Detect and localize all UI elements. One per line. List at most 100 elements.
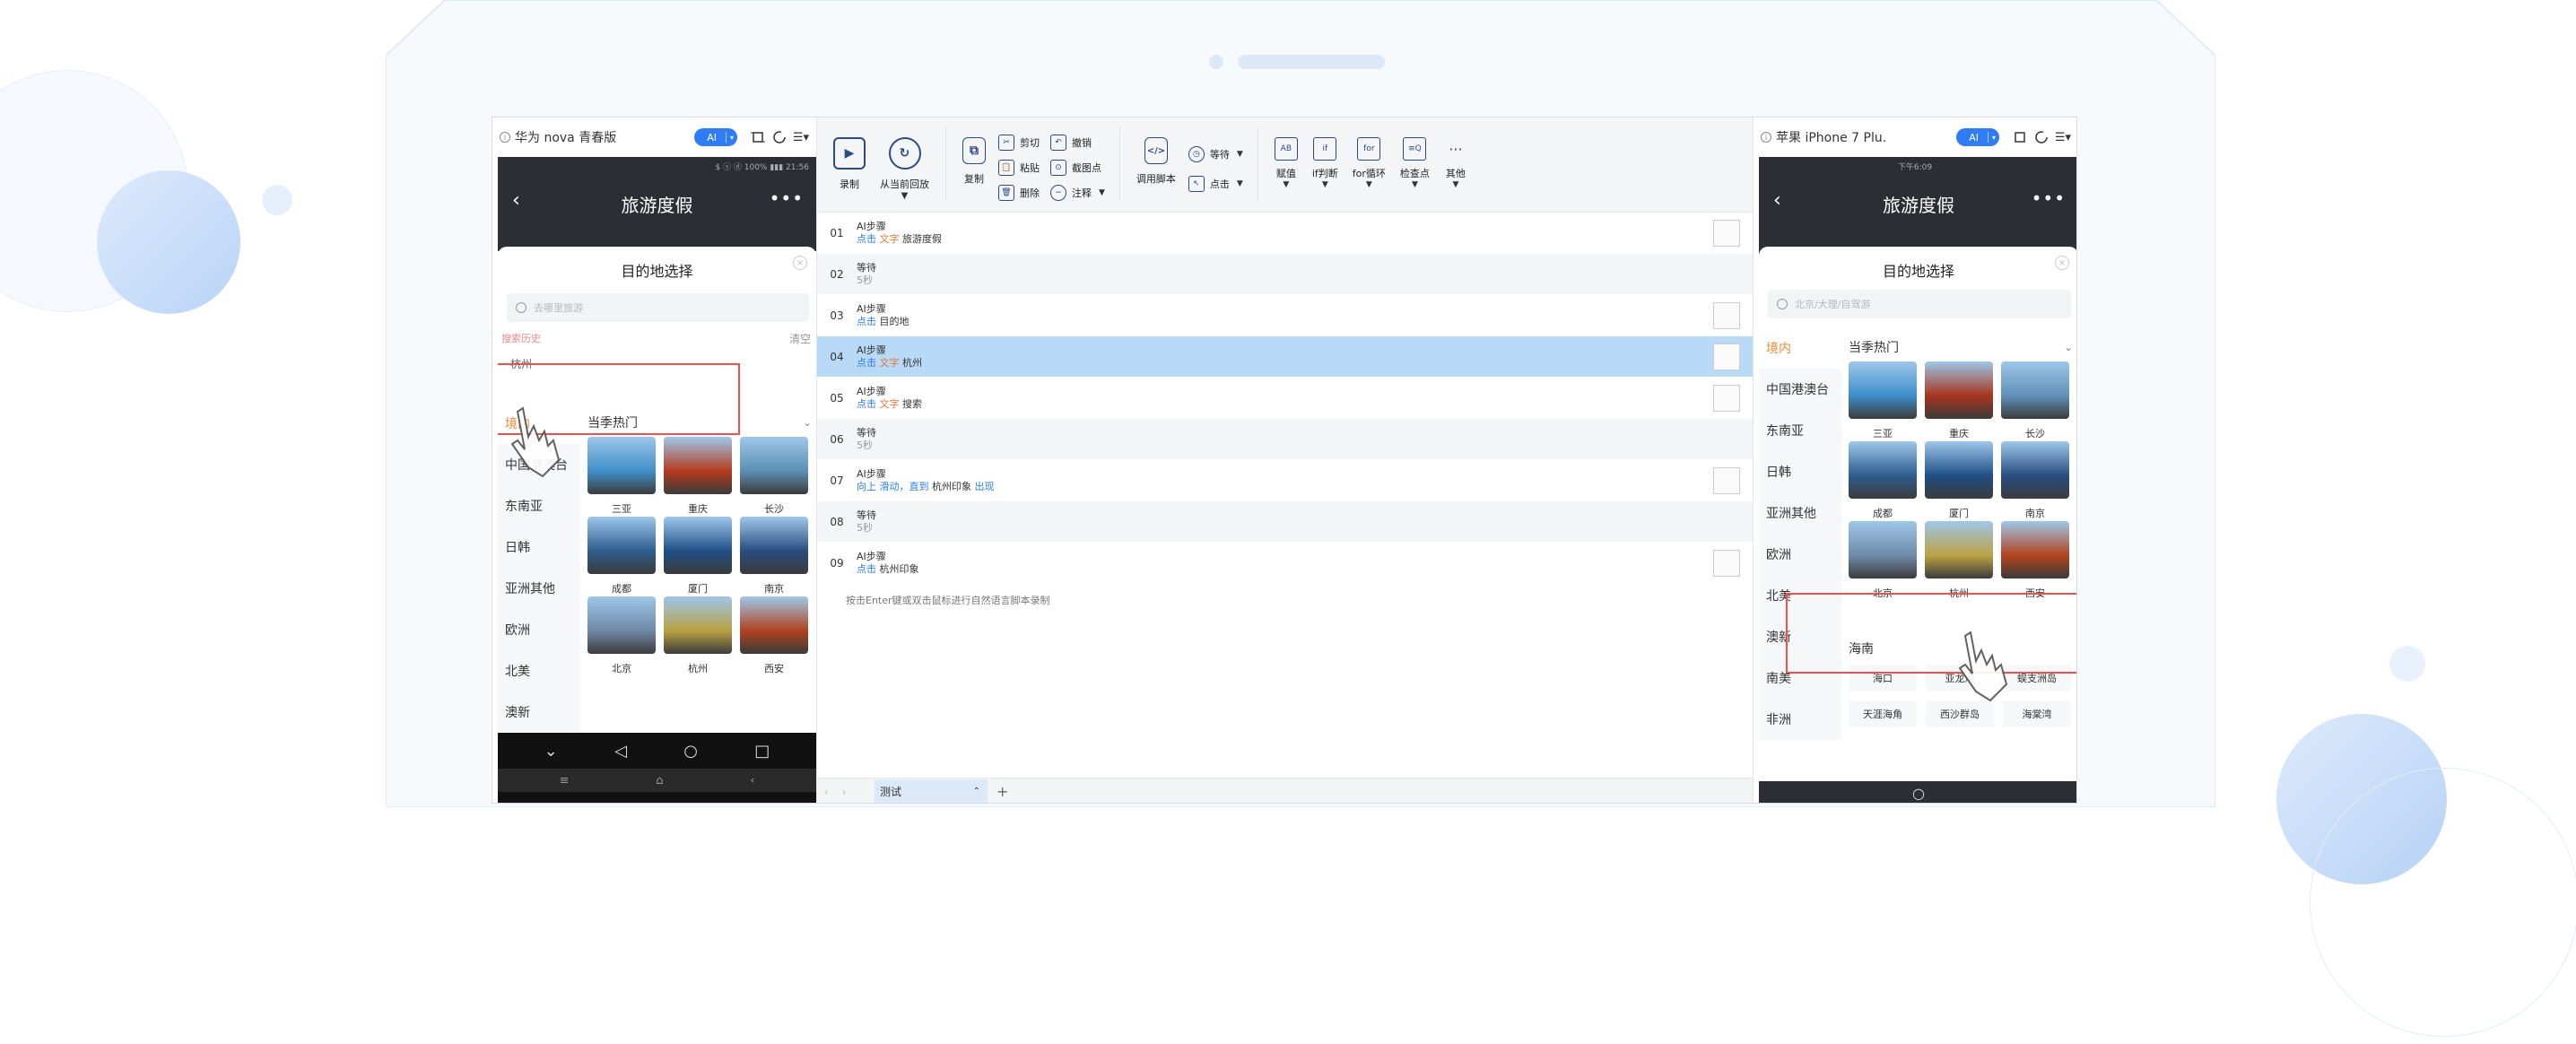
- step-screenshot-thumbnail[interactable]: [1713, 385, 1740, 412]
- destination-card[interactable]: 长沙: [2001, 361, 2069, 441]
- for-loop-button[interactable]: for for循环 ▼: [1353, 126, 1386, 189]
- step-screenshot-thumbnail[interactable]: [1713, 220, 1740, 247]
- close-icon[interactable]: ×: [2055, 256, 2069, 270]
- chevron-down-icon[interactable]: ▼: [1237, 150, 1243, 159]
- category-item[interactable]: 亚洲其他: [1759, 492, 1841, 534]
- step-row[interactable]: 05 AI步骤 点击 文字 搜索: [817, 378, 1753, 419]
- chevron-down-icon[interactable]: ▼: [1322, 180, 1328, 189]
- chevron-down-icon[interactable]: ▼: [1366, 180, 1372, 189]
- info-icon[interactable]: i: [1761, 132, 1771, 143]
- step-row[interactable]: 01 AI步骤 点击 文字 旅游度假: [817, 213, 1753, 254]
- search-input[interactable]: 去哪里旅游: [507, 293, 809, 322]
- chevron-down-icon[interactable]: ▼: [1283, 180, 1289, 189]
- more-icon[interactable]: •••: [2032, 187, 2066, 209]
- add-tab-button[interactable]: +: [996, 783, 1008, 800]
- destination-card[interactable]: 南京: [740, 517, 808, 596]
- ai-toggle[interactable]: AI ▾: [1956, 128, 1999, 146]
- back-triangle-icon[interactable]: ◁: [614, 742, 627, 761]
- screenshot-point-button[interactable]: ⊙ 截图点: [1050, 155, 1105, 180]
- delete-button[interactable]: 🗑 删除: [998, 180, 1040, 205]
- step-row[interactable]: 09 AI步骤 点击 杭州印象: [817, 543, 1753, 584]
- destination-card[interactable]: 成都: [587, 517, 656, 596]
- replay-from-current-button[interactable]: ↻ 从当前回放 ▼: [880, 126, 929, 201]
- chevron-down-icon[interactable]: ▼: [1452, 180, 1458, 189]
- destination-card[interactable]: 三亚: [587, 437, 656, 517]
- destination-card[interactable]: 西安: [2001, 521, 2069, 601]
- destination-card[interactable]: 南京: [2001, 441, 2069, 521]
- checkpoint-button[interactable]: ≡Q 检查点 ▼: [1400, 126, 1430, 189]
- if-button[interactable]: if if判断 ▼: [1312, 126, 1338, 189]
- other-button[interactable]: ··· 其他 ▼: [1444, 126, 1467, 190]
- chevron-down-icon[interactable]: ⌄: [2064, 341, 2073, 353]
- destination-card[interactable]: 长沙: [740, 437, 808, 517]
- record-button[interactable]: ▶ 录制: [833, 126, 866, 191]
- crop-icon[interactable]: [2012, 129, 2028, 145]
- assign-button[interactable]: AB 赋值 ▼: [1274, 126, 1298, 189]
- chevron-down-icon[interactable]: ⌄: [803, 416, 812, 429]
- close-icon[interactable]: ×: [793, 256, 807, 270]
- category-item[interactable]: 澳新: [498, 692, 580, 733]
- chevron-down-icon[interactable]: ▼: [901, 191, 909, 201]
- menu-icon[interactable]: ☰▾: [793, 129, 809, 145]
- category-item[interactable]: 东南亚: [498, 485, 580, 526]
- info-icon[interactable]: i: [500, 132, 510, 143]
- back-icon[interactable]: ‹: [750, 774, 754, 787]
- destination-card[interactable]: 杭州: [1925, 521, 1993, 601]
- home-icon[interactable]: ⌂: [656, 774, 663, 787]
- chevron-down-icon[interactable]: ⌄: [544, 742, 558, 761]
- destination-card[interactable]: 厦门: [1925, 441, 1993, 521]
- cut-button[interactable]: ✂ 剪切: [998, 130, 1040, 155]
- paste-button[interactable]: 📋 粘贴: [998, 155, 1040, 180]
- step-row[interactable]: 03 AI步骤 点击 目的地: [817, 295, 1753, 336]
- category-item[interactable]: 澳新: [1759, 616, 1841, 657]
- category-item[interactable]: 北美: [1759, 575, 1841, 616]
- tab-next-icon[interactable]: ›: [835, 786, 853, 798]
- chevron-down-icon[interactable]: ▼: [1412, 180, 1418, 189]
- destination-card[interactable]: 重庆: [664, 437, 732, 517]
- destination-chip[interactable]: 西沙群岛: [1926, 700, 1994, 727]
- home-circle-icon[interactable]: ○: [683, 742, 698, 761]
- step-screenshot-thumbnail[interactable]: [1713, 550, 1740, 577]
- category-item[interactable]: 南美: [1759, 657, 1841, 699]
- menu-icon[interactable]: ☰▾: [2055, 129, 2071, 145]
- destination-card[interactable]: 北京: [1849, 521, 1917, 601]
- undo-button[interactable]: ↶ 撤销: [1050, 130, 1105, 155]
- chevron-down-icon[interactable]: ▼: [1099, 188, 1105, 197]
- category-item[interactable]: 日韩: [498, 526, 580, 568]
- chevron-down-icon[interactable]: ▼: [1237, 179, 1243, 188]
- step-screenshot-thumbnail[interactable]: [1713, 302, 1740, 329]
- destination-chip[interactable]: 天涯海角: [1849, 700, 1917, 727]
- category-item[interactable]: 东南亚: [1759, 410, 1841, 451]
- destination-card[interactable]: 重庆: [1925, 361, 1993, 441]
- rotate-icon[interactable]: [771, 129, 788, 145]
- step-row[interactable]: 04 AI步骤 点击 文字 杭州: [817, 336, 1753, 378]
- step-row[interactable]: 06 等待 5秒: [817, 419, 1753, 460]
- step-screenshot-thumbnail[interactable]: [1713, 344, 1740, 370]
- step-row[interactable]: 07 AI步骤 向上 滑动，直到 杭州印象 出现: [817, 460, 1753, 501]
- tab-prev-icon[interactable]: ‹: [817, 786, 835, 798]
- destination-card[interactable]: 西安: [740, 596, 808, 676]
- tab-current[interactable]: 测试 ⌃: [875, 779, 988, 803]
- destination-chip[interactable]: 海棠湾: [2003, 700, 2071, 727]
- comment-button[interactable]: − 注释 ▼: [1050, 180, 1105, 205]
- category-item[interactable]: 日韩: [1759, 451, 1841, 492]
- destination-card[interactable]: 北京: [587, 596, 656, 676]
- category-item[interactable]: 境内: [1759, 327, 1841, 369]
- step-row[interactable]: 02 等待 5秒: [817, 254, 1753, 295]
- destination-card[interactable]: 厦门: [664, 517, 732, 596]
- destination-card[interactable]: 成都: [1849, 441, 1917, 521]
- wait-button[interactable]: ◷ 等待 ▼: [1188, 137, 1243, 171]
- destination-card[interactable]: 三亚: [1849, 361, 1917, 441]
- category-item[interactable]: 欧洲: [1759, 534, 1841, 575]
- category-item[interactable]: 亚洲其他: [498, 568, 580, 609]
- chevron-up-icon[interactable]: ⌃: [973, 787, 980, 796]
- call-script-button[interactable]: </> 调用脚本: [1136, 126, 1176, 186]
- category-item[interactable]: 非洲: [1759, 699, 1841, 740]
- copy-button[interactable]: ⧉ 复制: [962, 126, 986, 186]
- category-item[interactable]: 中国港澳台: [1759, 369, 1841, 410]
- click-button[interactable]: ↖ 点击 ▼: [1188, 171, 1243, 196]
- destination-card[interactable]: 杭州: [664, 596, 732, 676]
- category-item[interactable]: 北美: [498, 650, 580, 692]
- step-row[interactable]: 08 等待 5秒: [817, 501, 1753, 543]
- search-input[interactable]: 北京/大理/自驾游: [1768, 290, 2071, 318]
